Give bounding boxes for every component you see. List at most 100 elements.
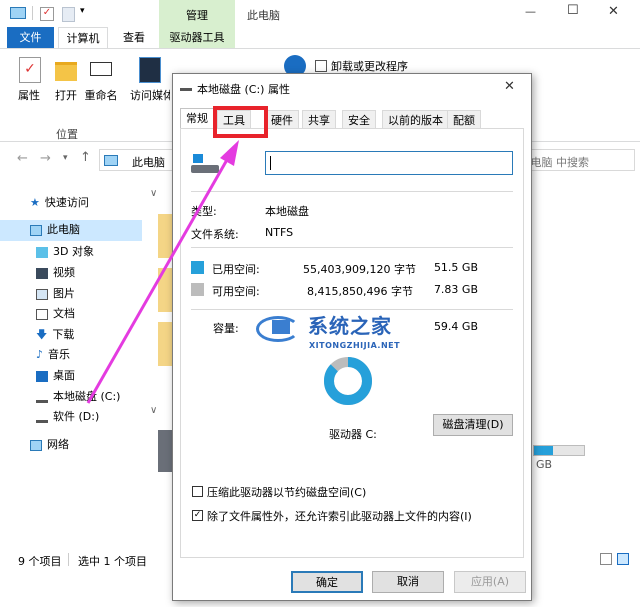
uninstall-icon[interactable] (315, 60, 327, 72)
divider (32, 6, 33, 20)
nav-music[interactable]: ♪ 音乐 (36, 345, 70, 365)
nav-network[interactable]: 网络 (30, 435, 69, 455)
tab-quota[interactable]: 配额 (447, 110, 481, 129)
open-folder-icon[interactable] (55, 62, 77, 81)
ribbon-tab-drive-tools[interactable]: 驱动器工具 (159, 27, 235, 49)
nav-desktop[interactable]: 桌面 (36, 366, 75, 386)
tab-previous-versions[interactable]: 以前的版本 (382, 110, 449, 129)
address-text: 此电脑 (132, 156, 165, 169)
drive-name-input[interactable] (265, 151, 513, 175)
nav-documents[interactable]: 文档 (36, 304, 75, 324)
nav-soft-d[interactable]: 软件 (D:) (36, 407, 99, 427)
free-bytes: 8,415,850,496 字节 (307, 285, 413, 298)
large-icons-view-icon[interactable] (617, 553, 629, 565)
properties-button[interactable]: 属性 (12, 87, 46, 103)
document-icon (36, 308, 48, 320)
access-media-icon[interactable] (139, 57, 161, 83)
nav-videos[interactable]: 视频 (36, 263, 75, 283)
free-gb: 7.83 GB (433, 283, 478, 296)
new-folder-icon[interactable] (62, 7, 75, 22)
drive-label: 驱动器 C: (329, 428, 377, 441)
nav-pictures[interactable]: 图片 (36, 284, 75, 304)
folder-thumb (158, 268, 172, 312)
computer-icon (10, 7, 26, 19)
tab-hardware[interactable]: 硬件 (265, 110, 299, 129)
logo-house (272, 320, 290, 334)
capacity-label: 容量: (213, 322, 239, 335)
window-title: 此电脑 (247, 9, 280, 22)
rename-icon[interactable] (90, 62, 112, 76)
up-arrow-icon[interactable]: ↑ (80, 150, 91, 165)
close-button[interactable]: ✕ (608, 4, 619, 19)
ribbon-tab-computer[interactable]: 计算机 (58, 27, 108, 49)
separator (191, 191, 513, 192)
properties-check-icon[interactable]: ✓ (40, 7, 54, 21)
open-button[interactable]: 打开 (50, 87, 82, 103)
drive-group-chevron-icon: ∨ (150, 405, 158, 416)
folder-group-chevron-icon: ∨ (150, 188, 158, 199)
dialog-title: 本地磁盘 (C:) 属性 (197, 83, 290, 96)
star-icon: ★ (30, 196, 40, 209)
used-label: 已用空间: (212, 263, 260, 276)
ribbon-tab-view[interactable]: 查看 (112, 27, 156, 49)
nav-quick-access[interactable]: ★ 快速访问 (30, 193, 89, 213)
nav-this-pc[interactable]: 此电脑 (30, 220, 80, 240)
d-drive-usage-bar (533, 445, 585, 456)
access-media-button[interactable]: 访问媒体 (130, 87, 170, 103)
watermark-text-cn: 系统之家 (308, 314, 392, 338)
ribbon-tab-file[interactable]: 文件 (7, 27, 54, 49)
maximize-button[interactable]: ☐ (567, 3, 579, 18)
d-drive-usage-fill (534, 446, 553, 455)
free-label: 可用空间: (212, 285, 260, 298)
tab-sharing[interactable]: 共享 (302, 110, 336, 129)
forward-arrow-icon[interactable]: → (40, 151, 51, 166)
folder-thumb (158, 214, 172, 258)
fs-value: NTFS (265, 226, 294, 239)
tab-general[interactable]: 常规 (180, 108, 214, 129)
fs-label: 文件系统: (191, 228, 239, 241)
computer-icon (30, 224, 42, 236)
index-checkbox[interactable]: ✓ (192, 510, 203, 521)
used-space-ring (324, 357, 372, 405)
disk-usage-donut (324, 357, 372, 405)
recent-dropdown-icon[interactable]: ▾ (63, 153, 68, 163)
uninstall-button[interactable]: 卸载或更改程序 (331, 58, 408, 74)
cancel-button[interactable]: 取消 (372, 571, 444, 593)
drive-icon (36, 412, 48, 423)
capacity-gb: 59.4 GB (433, 320, 478, 333)
title-bar: ✓ ▾ 管理 此电脑 — ☐ ✕ (0, 0, 640, 27)
drive-large-icon (191, 154, 221, 176)
quick-access-dropdown-icon[interactable]: ▾ (80, 6, 85, 16)
used-bytes: 55,403,909,120 字节 (303, 263, 416, 276)
ok-button[interactable]: 确定 (291, 571, 363, 593)
folder-thumb (158, 322, 172, 366)
nav-3d-objects[interactable]: 3D 对象 (36, 242, 94, 262)
back-arrow-icon[interactable]: ← (17, 151, 28, 166)
watermark-logo-icon (256, 310, 302, 344)
status-divider (68, 553, 69, 566)
nav-local-disk-c[interactable]: 本地磁盘 (C:) (36, 387, 120, 407)
drive-icon (36, 392, 48, 403)
drive-thumb (158, 430, 172, 472)
used-gb: 51.5 GB (433, 261, 478, 274)
minimize-button[interactable]: — (525, 5, 536, 18)
cube-icon (36, 246, 48, 258)
disk-cleanup-button[interactable]: 磁盘清理(D) (433, 414, 513, 436)
input-caret (270, 156, 271, 170)
apply-button[interactable]: 应用(A) (454, 571, 526, 593)
dialog-close-button[interactable]: ✕ (504, 79, 515, 94)
download-arrow-icon: 🡇 (36, 328, 48, 341)
index-label: 除了文件属性外，还允许索引此驱动器上文件的内容(I) (207, 510, 472, 523)
desktop-icon (36, 370, 48, 382)
address-pc-icon (104, 155, 118, 166)
properties-icon[interactable]: ✓ (19, 57, 41, 83)
rename-button[interactable]: 重命名 (83, 87, 119, 103)
tab-security[interactable]: 安全 (342, 110, 376, 129)
nav-downloads[interactable]: 🡇 下载 (36, 325, 74, 345)
compress-checkbox[interactable] (192, 486, 203, 497)
status-selected: 选中 1 个项目 (78, 555, 147, 568)
details-view-icon[interactable] (600, 553, 612, 565)
watermark-text-en: XITONGZHIJIA.NET (309, 341, 401, 350)
status-item-count: 9 个项目 (18, 555, 62, 568)
windows-logo-icon (193, 154, 203, 163)
